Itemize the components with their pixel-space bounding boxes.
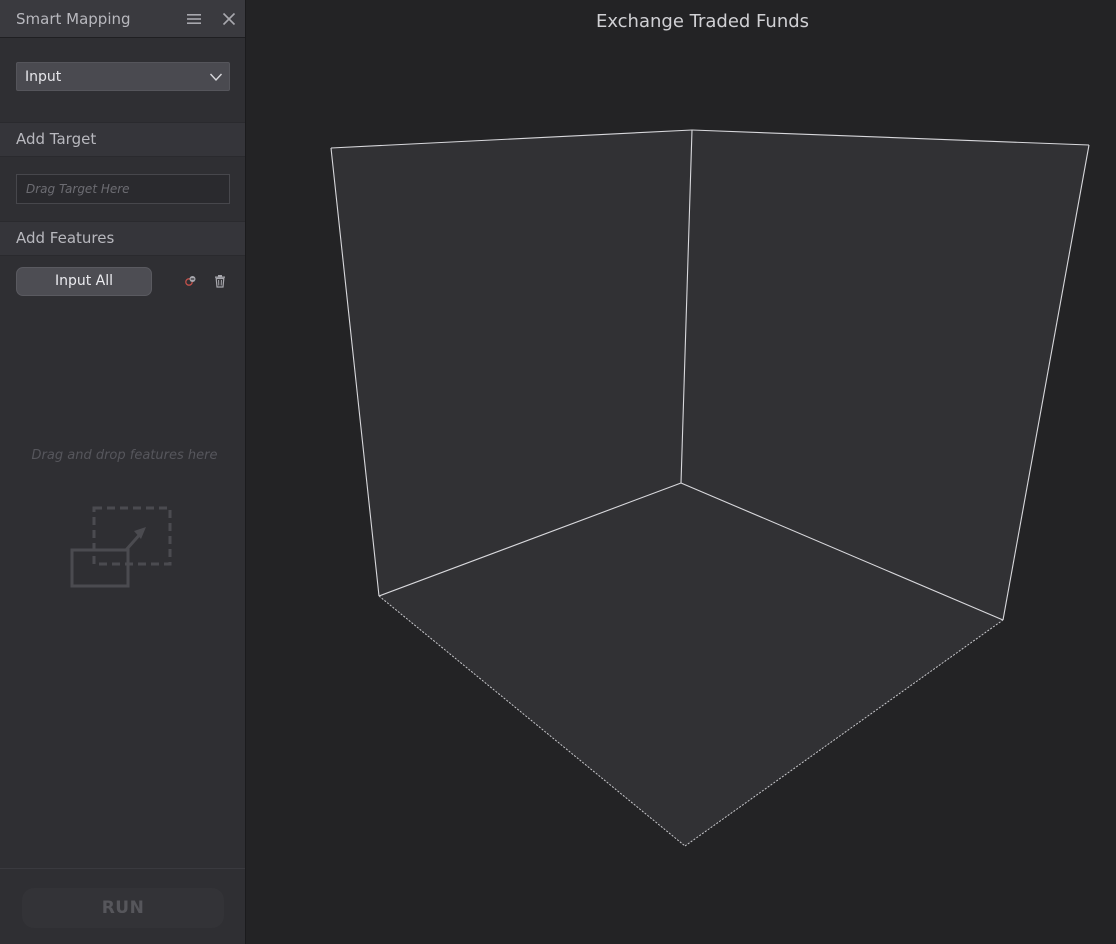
mode-select[interactable]: Input: [16, 62, 230, 91]
add-features-label: Add Features: [16, 229, 115, 247]
3d-axes-box[interactable]: [246, 0, 1116, 944]
run-area: RUN: [0, 868, 245, 944]
close-icon[interactable]: [221, 11, 237, 27]
input-all-button[interactable]: Input All: [16, 267, 152, 296]
run-button[interactable]: RUN: [22, 888, 224, 928]
drag-drop-icon: [70, 506, 172, 588]
smart-mapping-panel: Smart Mapping Input Add Target Drag Targ…: [0, 0, 246, 944]
add-target-label: Add Target: [16, 130, 97, 148]
add-features-header: Add Features: [0, 221, 245, 256]
add-target-header: Add Target: [0, 122, 245, 157]
panel-title: Smart Mapping: [16, 10, 131, 28]
features-drop-hint: Drag and drop features here: [31, 448, 218, 463]
panel-header: Smart Mapping: [0, 0, 245, 38]
app-window: Smart Mapping Input Add Target Drag Targ…: [0, 0, 1116, 944]
3d-viewport[interactable]: Exchange Traded Funds: [246, 0, 1116, 944]
chevron-down-icon: [209, 73, 223, 82]
trash-icon[interactable]: [213, 274, 227, 288]
target-drop-placeholder: Drag Target Here: [26, 182, 130, 196]
mode-select-value: Input: [25, 69, 62, 85]
hamburger-menu-icon[interactable]: [186, 11, 202, 27]
target-drop-field[interactable]: Drag Target Here: [16, 174, 230, 204]
remove-target-icon[interactable]: [183, 274, 197, 288]
